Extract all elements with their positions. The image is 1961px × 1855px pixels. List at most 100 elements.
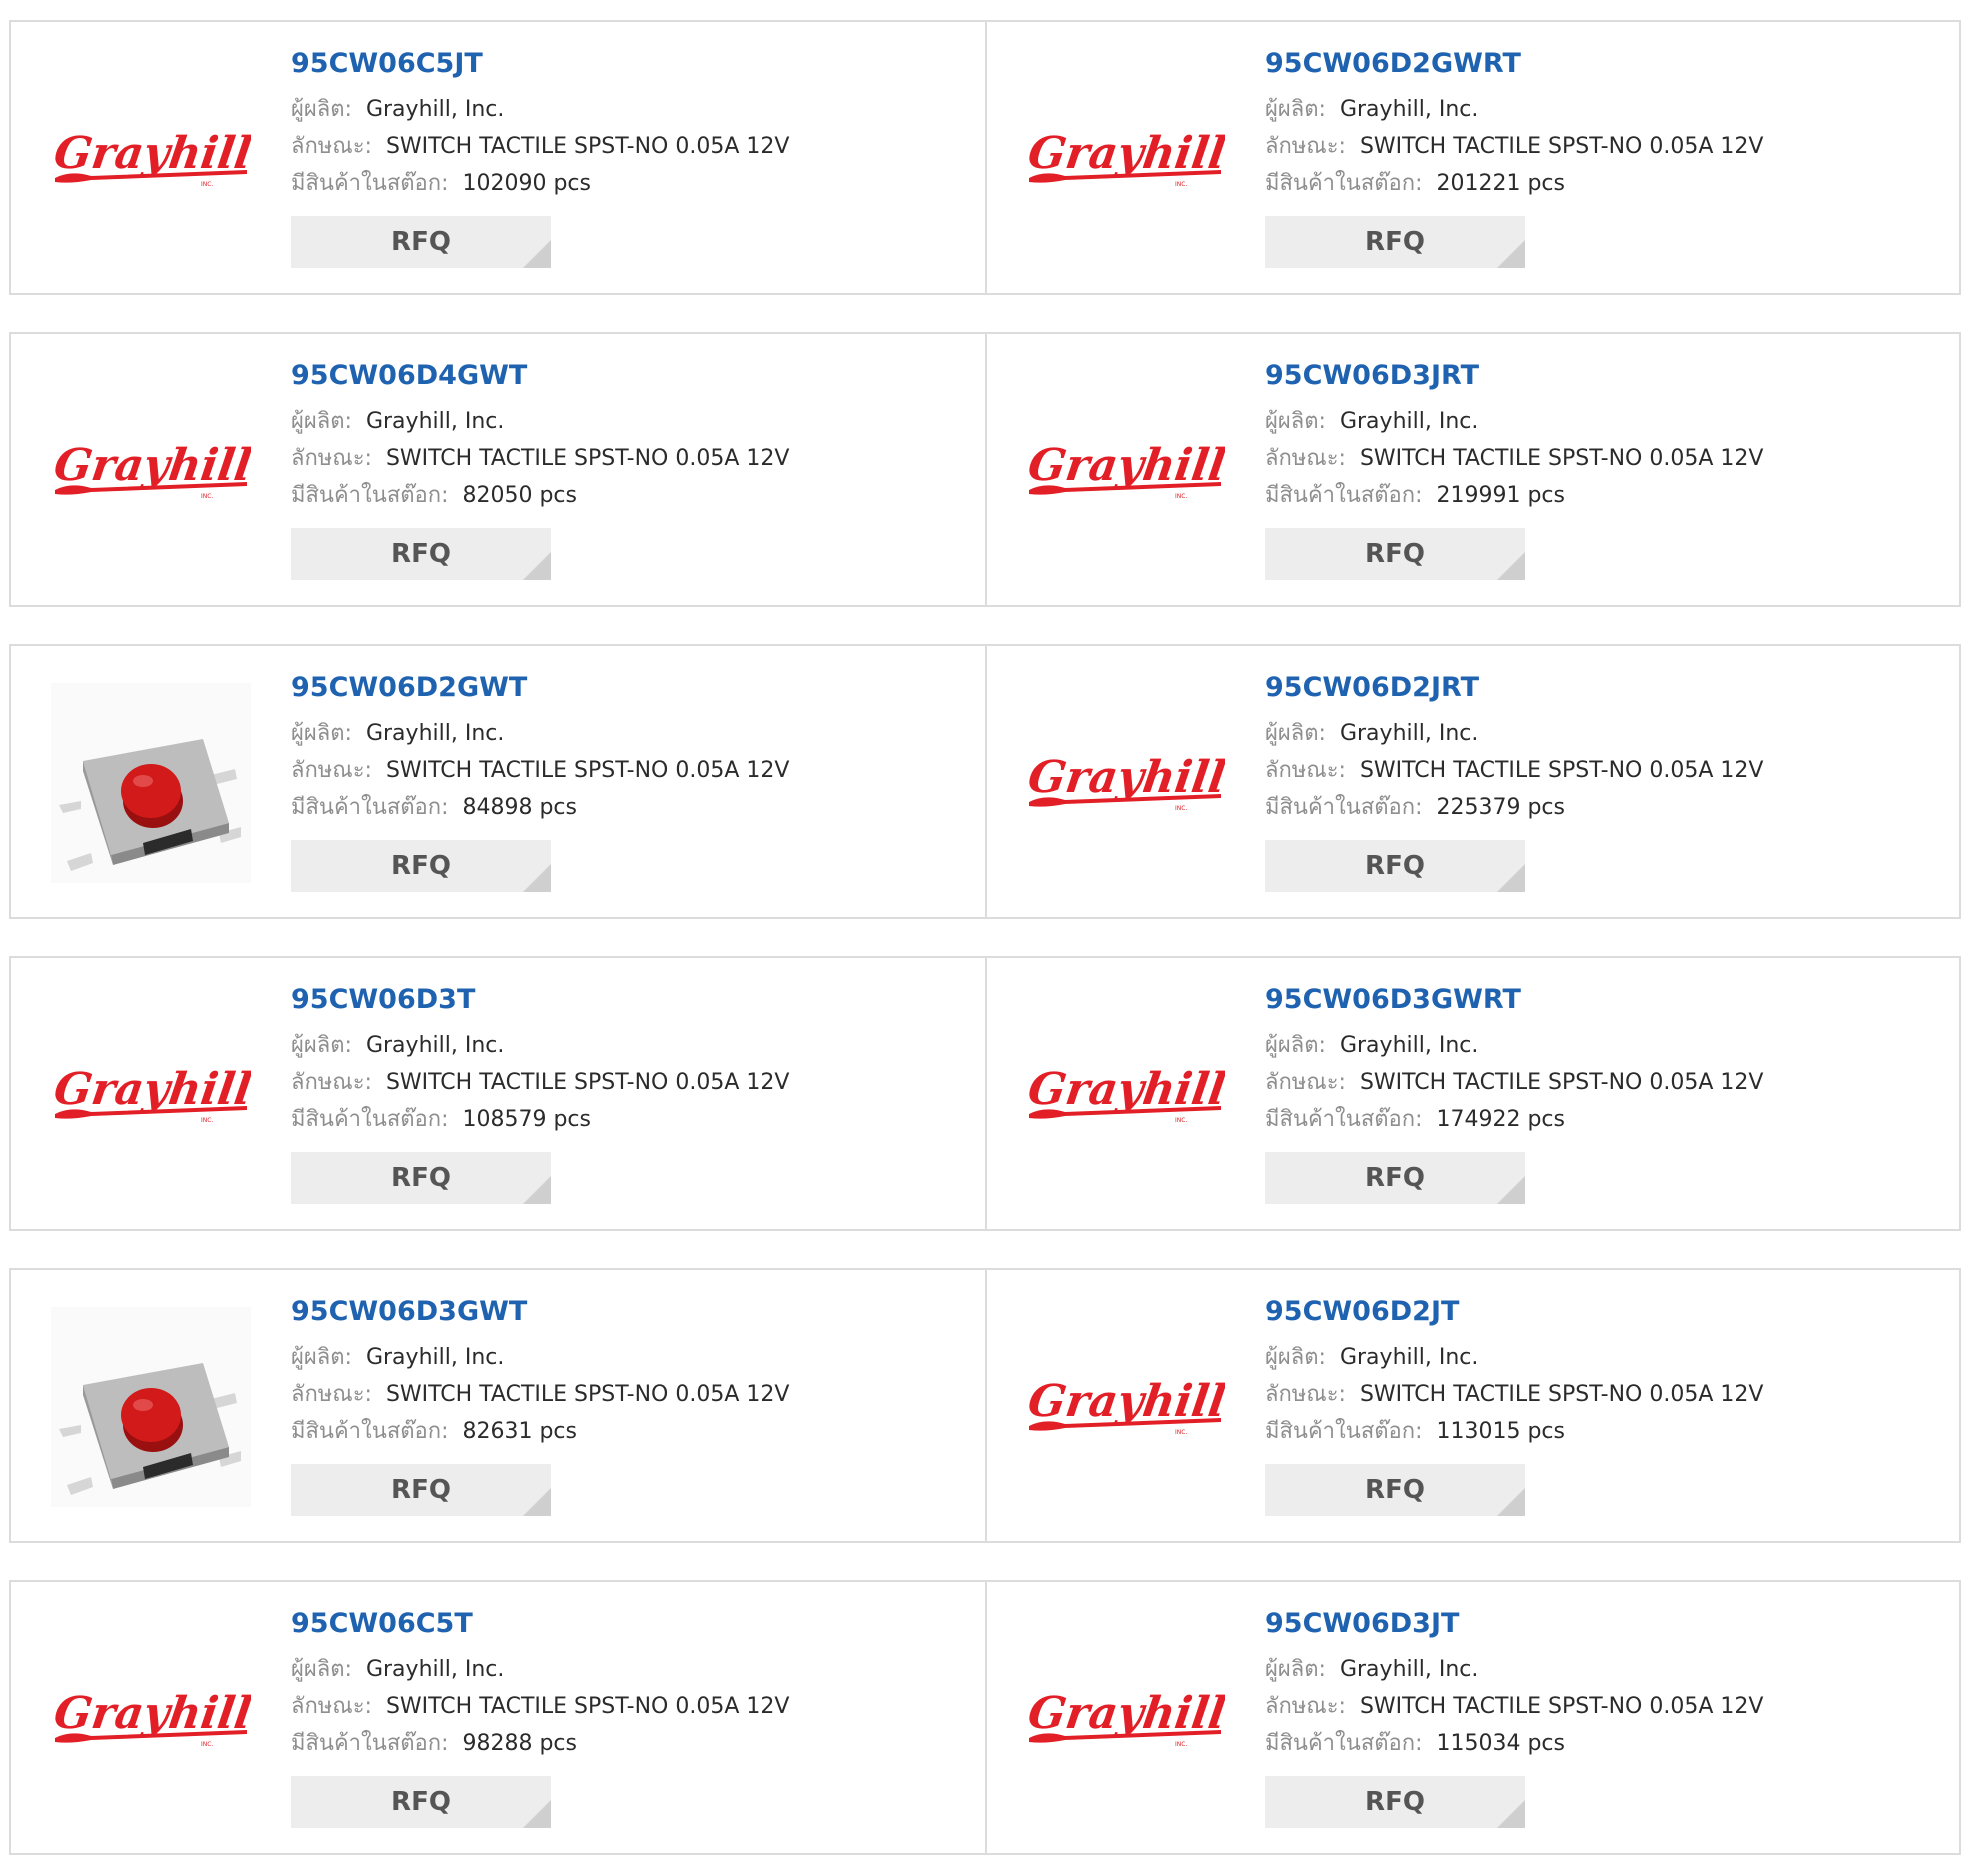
product-image[interactable]: Grayhill INC. [51, 59, 251, 259]
product-info: 95CW06D2JT ผู้ผลิต: Grayhill, Inc. ลักษณะ… [1265, 1296, 1763, 1516]
product-info: 95CW06D3JT ผู้ผลิต: Grayhill, Inc. ลักษณะ… [1265, 1608, 1763, 1828]
corner-triangle-icon [1497, 240, 1525, 268]
description-label: ลักษณะ: [291, 758, 372, 783]
product-image[interactable]: Grayhill INC. [1025, 1307, 1225, 1507]
manufacturer-label: ผู้ผลิต: [291, 409, 352, 434]
corner-triangle-icon [523, 1800, 551, 1828]
stock-value: 201221 pcs [1436, 171, 1565, 196]
product-card: Grayhill INC. 95CW06D3GWRT ผู้ผลิต: Grayh… [987, 956, 1961, 1231]
stock-label: มีสินค้าในสต๊อก: [1265, 171, 1423, 196]
rfq-label: RFQ [1365, 1163, 1425, 1193]
manufacturer-row: ผู้ผลิต: Grayhill, Inc. [291, 403, 789, 440]
stock-row: มีสินค้าในสต๊อก: 82631 pcs [291, 1413, 789, 1450]
product-grid: Grayhill INC. 95CW06C5JT ผู้ผลิต: Grayhil… [9, 20, 1961, 1855]
manufacturer-row: ผู้ผลิต: Grayhill, Inc. [291, 1339, 789, 1376]
manufacturer-value: Grayhill, Inc. [1339, 1657, 1479, 1682]
product-image[interactable]: Grayhill INC. [51, 995, 251, 1195]
rfq-button[interactable]: RFQ [291, 216, 551, 268]
rfq-button[interactable]: RFQ [1265, 1776, 1525, 1828]
manufacturer-label: ผู้ผลิต: [1265, 721, 1326, 746]
description-label: ลักษณะ: [1265, 1694, 1346, 1719]
rfq-button[interactable]: RFQ [1265, 528, 1525, 580]
stock-row: มีสินค้าในสต๊อก: 84898 pcs [291, 789, 789, 826]
description-label: ลักษณะ: [291, 1382, 372, 1407]
svg-text:INC.: INC. [1175, 493, 1187, 500]
svg-text:INC.: INC. [1175, 1741, 1187, 1748]
product-image[interactable]: Grayhill INC. [1025, 371, 1225, 571]
description-label: ลักษณะ: [1265, 1382, 1346, 1407]
stock-row: มีสินค้าในสต๊อก: 113015 pcs [1265, 1413, 1763, 1450]
rfq-button[interactable]: RFQ [291, 1152, 551, 1204]
description-label: ลักษณะ: [291, 1694, 372, 1719]
rfq-label: RFQ [391, 539, 451, 569]
rfq-label: RFQ [1365, 1475, 1425, 1505]
stock-row: มีสินค้าในสต๊อก: 82050 pcs [291, 477, 789, 514]
part-number-link[interactable]: 95CW06C5JT [291, 48, 789, 80]
stock-value: 108579 pcs [462, 1107, 591, 1132]
product-info: 95CW06D3GWT ผู้ผลิต: Grayhill, Inc. ลักษณ… [291, 1296, 789, 1516]
rfq-button[interactable]: RFQ [291, 528, 551, 580]
product-image[interactable]: Grayhill INC. [1025, 59, 1225, 259]
stock-row: มีสินค้าในสต๊อก: 174922 pcs [1265, 1101, 1763, 1138]
description-row: ลักษณะ: SWITCH TACTILE SPST-NO 0.05A 12V [1265, 1376, 1763, 1413]
description-row: ลักษณะ: SWITCH TACTILE SPST-NO 0.05A 12V [1265, 128, 1763, 165]
part-number-link[interactable]: 95CW06D2GWRT [1265, 48, 1763, 80]
product-image[interactable]: Grayhill INC. [51, 1619, 251, 1819]
stock-value: 113015 pcs [1436, 1419, 1565, 1444]
manufacturer-value: Grayhill, Inc. [365, 97, 505, 122]
rfq-button[interactable]: RFQ [291, 1464, 551, 1516]
description-value: SWITCH TACTILE SPST-NO 0.05A 12V [385, 758, 790, 783]
manufacturer-label: ผู้ผลิต: [1265, 97, 1326, 122]
svg-text:INC.: INC. [201, 493, 213, 500]
product-image[interactable]: Grayhill INC. [51, 371, 251, 571]
stock-value: 82631 pcs [462, 1419, 577, 1444]
description-row: ลักษณะ: SWITCH TACTILE SPST-NO 0.05A 12V [291, 1064, 789, 1101]
rfq-button[interactable]: RFQ [1265, 216, 1525, 268]
product-image[interactable] [51, 1307, 251, 1507]
part-number-link[interactable]: 95CW06D3JRT [1265, 360, 1763, 392]
manufacturer-label: ผู้ผลิต: [1265, 1345, 1326, 1370]
rfq-button[interactable]: RFQ [1265, 1152, 1525, 1204]
part-number-link[interactable]: 95CW06D4GWT [291, 360, 789, 392]
description-label: ลักษณะ: [291, 134, 372, 159]
product-info: 95CW06D3JRT ผู้ผลิต: Grayhill, Inc. ลักษณ… [1265, 360, 1763, 580]
part-number-link[interactable]: 95CW06D3T [291, 984, 789, 1016]
manufacturer-value: Grayhill, Inc. [1339, 721, 1479, 746]
rfq-button[interactable]: RFQ [1265, 840, 1525, 892]
grayhill-logo: Grayhill INC. [1025, 1063, 1225, 1124]
grayhill-logo: Grayhill INC. [51, 1687, 251, 1748]
part-number-link[interactable]: 95CW06C5T [291, 1608, 789, 1640]
product-image[interactable]: Grayhill INC. [1025, 683, 1225, 883]
rfq-button[interactable]: RFQ [291, 1776, 551, 1828]
description-row: ลักษณะ: SWITCH TACTILE SPST-NO 0.05A 12V [1265, 752, 1763, 789]
rfq-button[interactable]: RFQ [1265, 1464, 1525, 1516]
manufacturer-row: ผู้ผลิต: Grayhill, Inc. [291, 1651, 789, 1688]
product-image[interactable]: Grayhill INC. [1025, 995, 1225, 1195]
rfq-button[interactable]: RFQ [291, 840, 551, 892]
rfq-label: RFQ [1365, 851, 1425, 881]
part-number-link[interactable]: 95CW06D2JT [1265, 1296, 1763, 1328]
product-info: 95CW06D2GWRT ผู้ผลิต: Grayhill, Inc. ลักษ… [1265, 48, 1763, 268]
product-card: Grayhill INC. 95CW06C5T ผู้ผลิต: Grayhill… [9, 1580, 987, 1855]
stock-row: มีสินค้าในสต๊อก: 102090 pcs [291, 165, 789, 202]
part-number-link[interactable]: 95CW06D3JT [1265, 1608, 1763, 1640]
part-number-link[interactable]: 95CW06D2JRT [1265, 672, 1763, 704]
corner-triangle-icon [1497, 1176, 1525, 1204]
stock-value: 98288 pcs [462, 1731, 577, 1756]
manufacturer-label: ผู้ผลิต: [291, 1657, 352, 1682]
description-row: ลักษณะ: SWITCH TACTILE SPST-NO 0.05A 12V [291, 1688, 789, 1725]
product-image[interactable] [51, 683, 251, 883]
part-number-link[interactable]: 95CW06D3GWT [291, 1296, 789, 1328]
manufacturer-row: ผู้ผลิต: Grayhill, Inc. [1265, 1027, 1763, 1064]
description-label: ลักษณะ: [291, 446, 372, 471]
description-label: ลักษณะ: [1265, 1070, 1346, 1095]
part-number-link[interactable]: 95CW06D2GWT [291, 672, 789, 704]
grayhill-logo: Grayhill INC. [1025, 439, 1225, 500]
stock-label: มีสินค้าในสต๊อก: [291, 1107, 449, 1132]
product-image[interactable]: Grayhill INC. [1025, 1619, 1225, 1819]
description-value: SWITCH TACTILE SPST-NO 0.05A 12V [385, 446, 790, 471]
description-value: SWITCH TACTILE SPST-NO 0.05A 12V [385, 1070, 790, 1095]
manufacturer-label: ผู้ผลิต: [1265, 1657, 1326, 1682]
manufacturer-row: ผู้ผลิต: Grayhill, Inc. [1265, 1339, 1763, 1376]
part-number-link[interactable]: 95CW06D3GWRT [1265, 984, 1763, 1016]
